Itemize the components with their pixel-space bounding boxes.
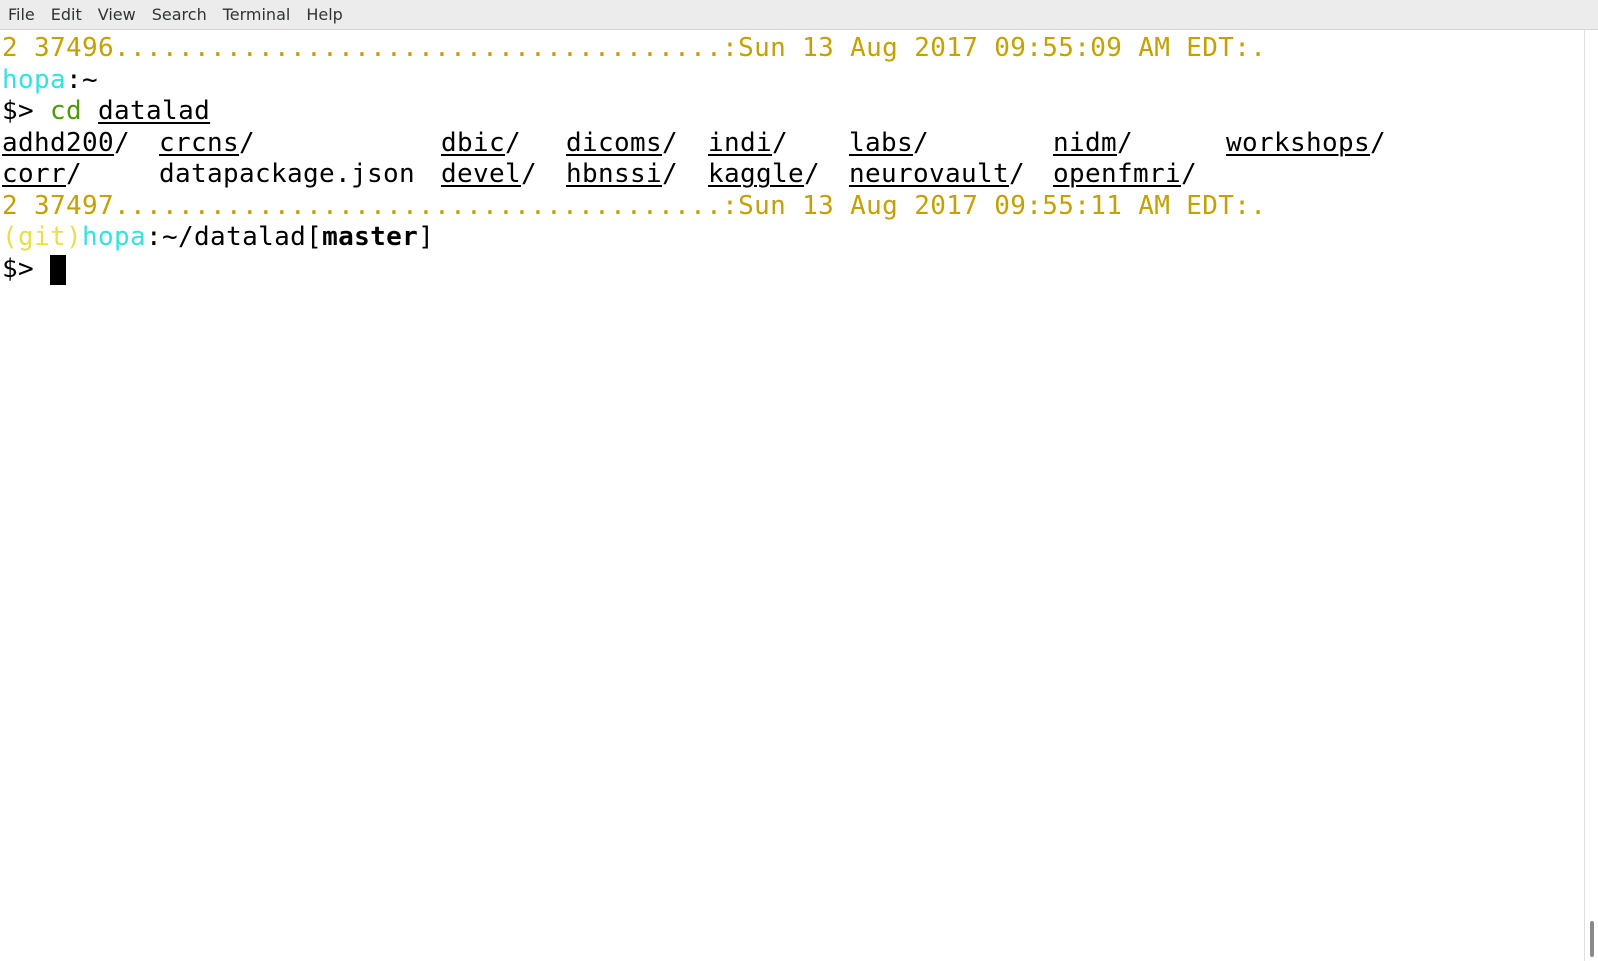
listing-entry: neurovault/ [849, 159, 1026, 189]
menu-view[interactable]: View [90, 0, 144, 30]
listing-entry: corr/ [2, 159, 83, 189]
menu-edit[interactable]: Edit [43, 0, 90, 30]
listing-entry: kaggle/ [708, 159, 821, 189]
listing-entry: labs/ [849, 127, 930, 158]
command-argument: datalad [98, 96, 211, 126]
input-line[interactable]: $> [2, 254, 1582, 286]
menu-help[interactable]: Help [298, 0, 350, 30]
listing-entry: hbnssi/ [566, 159, 679, 189]
menu-terminal[interactable]: Terminal [215, 0, 299, 30]
text-cursor [50, 254, 67, 285]
prompt-line-2: (git)hopa:~/datalad[master] [2, 222, 1582, 254]
listing-entry: crcns/ [159, 127, 256, 158]
listing-entry: adhd200/ [2, 127, 131, 158]
prompt-line-1: hopa:~ [2, 65, 1582, 97]
input-prompt: $> [2, 253, 51, 284]
command-prompt: $> [2, 96, 51, 126]
listing-row-1: adhd200/ crcns/ dbic/ dicoms/ indi/ labs… [2, 128, 1582, 160]
prompt-bracket: ] [418, 222, 435, 252]
listing-entry: nidm/ [1053, 127, 1134, 158]
listing-entry: dicoms/ [566, 127, 679, 158]
listing-row-2: corr/ datapackage.json devel/ hbnssi/ ka… [2, 159, 1582, 191]
listing-entry: indi/ [708, 127, 789, 158]
listing-entry: datapackage.json [159, 159, 416, 189]
command-line: $> cd datalad [2, 96, 1582, 128]
status-line-1: 2 37496.................................… [2, 33, 1267, 63]
prompt-host: hopa [82, 222, 147, 252]
vertical-scrollbar[interactable] [1584, 30, 1598, 961]
prompt-path: :~/datalad[ [146, 222, 323, 252]
prompt-host: hopa [2, 64, 67, 95]
prompt-branch: master [322, 222, 419, 252]
listing-entry: dbic/ [441, 127, 522, 158]
scrollbar-thumb[interactable] [1590, 921, 1594, 957]
menu-search[interactable]: Search [144, 0, 215, 30]
prompt-path: :~ [66, 64, 99, 95]
terminal-output[interactable]: 2 37496.................................… [2, 33, 1582, 958]
listing-entry: devel/ [441, 159, 538, 189]
menu-bar: File Edit View Search Terminal Help [0, 0, 1598, 30]
status-line-2: 2 37497.................................… [2, 190, 1267, 221]
listing-entry: workshops/ [1226, 127, 1387, 158]
prompt-vcs: (git) [2, 222, 83, 252]
terminal-window: File Edit View Search Terminal Help 2 37… [0, 0, 1598, 961]
listing-entry: openfmri/ [1053, 159, 1198, 189]
menu-file[interactable]: File [0, 0, 43, 30]
command-name: cd [50, 96, 83, 126]
